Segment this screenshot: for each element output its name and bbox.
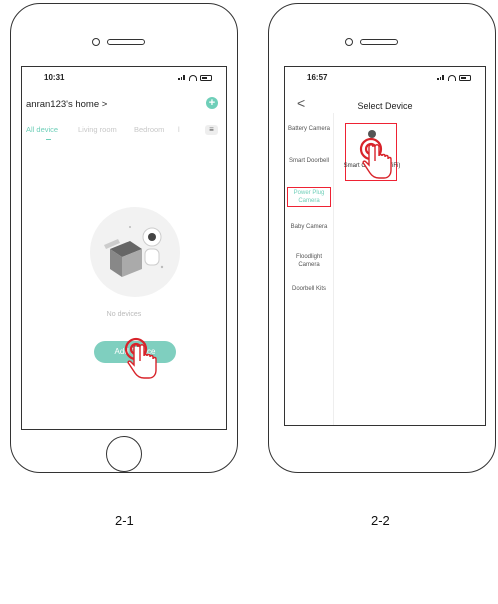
front-camera-icon <box>345 38 353 46</box>
app-screen-home: 10:31 anran123's home > + All device Liv… <box>21 66 227 430</box>
category-smart-doorbell[interactable]: Smart Doorbell <box>287 157 331 165</box>
category-sidebar: Battery Camera Smart Doorbell Power Plug… <box>285 113 334 425</box>
tap-gesture-icon <box>124 337 157 379</box>
signal-icon <box>178 74 186 81</box>
wifi-icon <box>189 74 197 81</box>
category-battery-camera[interactable]: Battery Camera <box>287 125 331 133</box>
caption-2-2: 2-2 <box>371 513 390 528</box>
category-doorbell-kits[interactable]: Doorbell Kits <box>287 285 331 293</box>
signal-icon <box>437 74 445 81</box>
wifi-icon <box>448 74 456 81</box>
category-baby-camera[interactable]: Baby Camera <box>287 223 331 231</box>
status-time: 16:57 <box>307 73 328 82</box>
home-button <box>106 436 142 472</box>
page-title: Select Device <box>357 101 413 111</box>
empty-state-illustration <box>90 207 180 297</box>
tap-gesture-icon <box>359 137 392 179</box>
phone-frame-right: 16:57 < Select Device Battery Camera Sma… <box>268 3 496 473</box>
category-floodlight-camera[interactable]: Floodlight Camera <box>287 253 331 269</box>
battery-icon <box>200 74 212 81</box>
status-bar: 10:31 <box>22 73 226 85</box>
add-device-plus-icon[interactable]: + <box>206 97 218 109</box>
speaker-grille <box>107 39 145 45</box>
tab-bedroom[interactable]: Bedroom <box>134 125 164 134</box>
active-tab-indicator <box>46 139 51 141</box>
empty-state-text: No devices <box>106 311 142 318</box>
empty-box-camera-icon <box>104 226 164 277</box>
caption-2-1: 2-1 <box>115 513 134 528</box>
tab-more[interactable]: l <box>178 125 180 134</box>
tab-living-room[interactable]: Living room <box>78 125 117 134</box>
front-camera-icon <box>92 38 100 46</box>
speaker-grille <box>360 39 398 45</box>
battery-icon <box>459 74 471 81</box>
phone-frame-left: 10:31 anran123's home > + All device Liv… <box>10 3 238 473</box>
status-time: 10:31 <box>44 73 65 82</box>
menu-icon[interactable]: ≡ <box>205 125 218 135</box>
category-power-plug-camera[interactable]: Power Plug Camera <box>287 187 331 207</box>
tab-all-device[interactable]: All device <box>26 125 58 134</box>
home-selector[interactable]: anran123's home > <box>26 99 107 110</box>
room-tabs: All device Living room Bedroom l <box>26 125 222 141</box>
app-screen-select-device: 16:57 < Select Device Battery Camera Sma… <box>284 66 486 426</box>
status-bar: 16:57 <box>285 73 485 85</box>
